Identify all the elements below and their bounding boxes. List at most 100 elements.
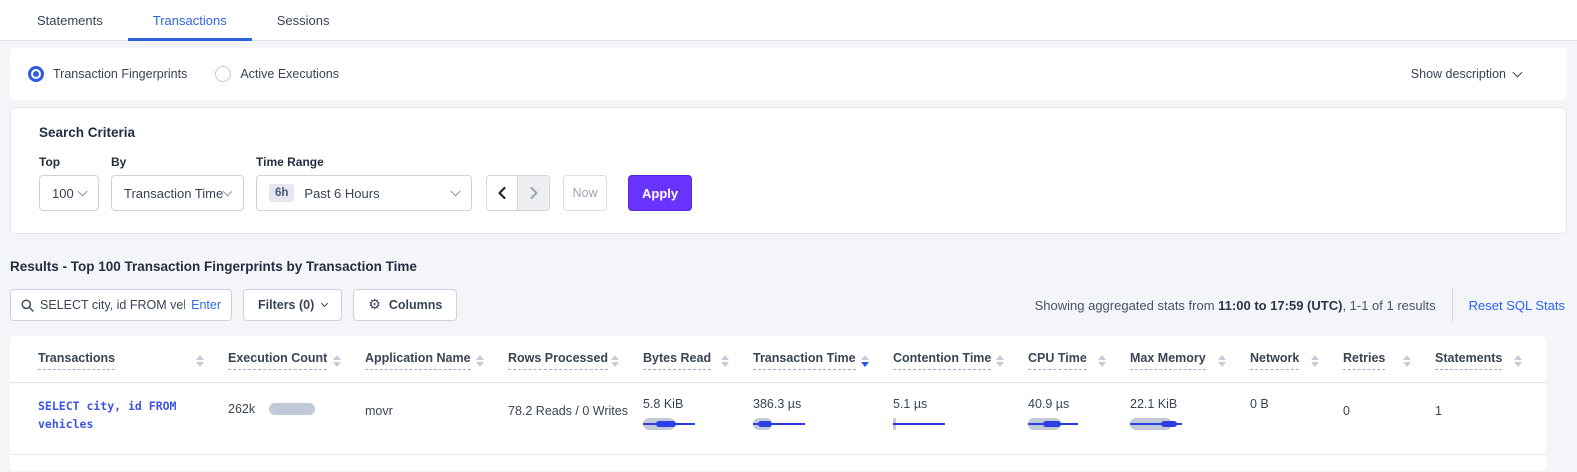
aggregated-stats-text: Showing aggregated stats from 11:00 to 1… bbox=[1035, 298, 1436, 313]
column-header-transactions[interactable]: Transactions bbox=[10, 336, 228, 383]
statements-cell: 1 bbox=[1435, 383, 1546, 455]
transactions-table: TransactionsExecution Count Application N… bbox=[10, 336, 1546, 455]
sort-icon[interactable] bbox=[721, 355, 729, 367]
now-button[interactable]: Now bbox=[563, 175, 607, 211]
column-label: Retries bbox=[1343, 351, 1385, 370]
columns-button[interactable]: ⚙ Columns bbox=[353, 289, 457, 321]
reset-sql-stats-link[interactable]: Reset SQL Stats bbox=[1469, 298, 1565, 313]
show-description-label: Show description bbox=[1411, 67, 1506, 81]
sort-icon[interactable] bbox=[1311, 355, 1319, 367]
divider bbox=[1452, 288, 1453, 322]
column-header-application-name[interactable]: Application Name bbox=[365, 336, 508, 383]
column-header-contention-time[interactable]: Contention Time bbox=[893, 336, 1028, 383]
column-header-retries[interactable]: Retries bbox=[1343, 336, 1435, 383]
column-label: Statements bbox=[1435, 351, 1502, 370]
column-label: Max Memory bbox=[1130, 351, 1206, 370]
chevron-left-icon bbox=[497, 186, 507, 200]
column-header-network[interactable]: Network bbox=[1250, 336, 1343, 383]
column-header-max-memory[interactable]: Max Memory bbox=[1130, 336, 1250, 383]
search-input[interactable]: SELECT city, id FROM vehicles W bbox=[40, 298, 185, 312]
time-range-badge: 6h bbox=[269, 184, 294, 202]
sort-icon[interactable] bbox=[861, 355, 869, 367]
sort-icon[interactable] bbox=[333, 355, 341, 367]
time-nav-group bbox=[486, 175, 550, 211]
retries-cell: 0 bbox=[1343, 383, 1435, 455]
column-header-statements[interactable]: Statements bbox=[1435, 336, 1546, 383]
column-label: Network bbox=[1250, 351, 1299, 370]
chevron-down-icon bbox=[78, 186, 88, 196]
apply-button[interactable]: Apply bbox=[628, 175, 692, 211]
bytes-read-bar bbox=[643, 418, 739, 430]
column-label: Transaction Time bbox=[753, 351, 856, 370]
transaction-fingerprint-link[interactable]: SELECT city, id FROM vehicles bbox=[38, 397, 203, 434]
rows-processed-cell: 78.2 Reads / 0 Writes bbox=[508, 383, 643, 455]
time-range-select[interactable]: 6h Past 6 Hours bbox=[256, 175, 472, 211]
cpu-time-value: 40.9 µs bbox=[1028, 397, 1116, 411]
top-label: Top bbox=[39, 155, 99, 169]
search-criteria-card: Search Criteria Top 100 By Transaction T… bbox=[10, 107, 1567, 234]
radio-transaction-fingerprints[interactable]: Transaction Fingerprints bbox=[28, 66, 187, 82]
tab-statements[interactable]: Statements bbox=[12, 13, 128, 41]
stats-time-range: 11:00 to 17:59 (UTC) bbox=[1218, 298, 1342, 313]
sort-icon[interactable] bbox=[1514, 355, 1522, 367]
chevron-down-icon bbox=[223, 186, 233, 196]
sort-icon[interactable] bbox=[1218, 355, 1226, 367]
column-header-cpu-time[interactable]: CPU Time bbox=[1028, 336, 1130, 383]
results-controls-row: SELECT city, id FROM vehicles W Enter Fi… bbox=[10, 289, 1567, 321]
column-label: Rows Processed bbox=[508, 351, 608, 370]
top-select[interactable]: 100 bbox=[39, 175, 99, 211]
sort-icon[interactable] bbox=[1098, 355, 1106, 367]
column-label: Contention Time bbox=[893, 351, 991, 370]
radio-label: Active Executions bbox=[240, 67, 339, 81]
chevron-right-icon bbox=[529, 186, 539, 200]
contention-time-value: 5.1 µs bbox=[893, 397, 1014, 411]
sort-icon[interactable] bbox=[196, 355, 204, 367]
show-description-toggle[interactable]: Show description bbox=[1411, 67, 1521, 81]
sort-icon[interactable] bbox=[476, 355, 484, 367]
search-enter-link[interactable]: Enter bbox=[191, 298, 221, 312]
cpu-time-bar bbox=[1028, 418, 1116, 430]
filters-label: Filters (0) bbox=[258, 298, 314, 312]
time-range-label: Time Range bbox=[256, 155, 472, 169]
search-criteria-title: Search Criteria bbox=[39, 125, 1538, 140]
sort-icon[interactable] bbox=[1403, 355, 1411, 367]
column-label: Execution Count bbox=[228, 351, 327, 370]
filters-button[interactable]: Filters (0) bbox=[243, 289, 342, 321]
results-heading: Results - Top 100 Transaction Fingerprin… bbox=[10, 259, 1567, 274]
column-header-transaction-time[interactable]: Transaction Time bbox=[753, 336, 893, 383]
chevron-down-icon bbox=[321, 299, 328, 306]
column-header-bytes-read[interactable]: Bytes Read bbox=[643, 336, 753, 383]
previous-range-button[interactable] bbox=[487, 176, 518, 210]
tab-transactions[interactable]: Transactions bbox=[128, 13, 252, 41]
search-box[interactable]: SELECT city, id FROM vehicles W Enter bbox=[10, 289, 232, 321]
execution-count-value: 262k bbox=[228, 402, 255, 416]
network-cell: 0 B bbox=[1250, 383, 1343, 455]
column-label: CPU Time bbox=[1028, 351, 1087, 370]
column-label: Bytes Read bbox=[643, 351, 711, 370]
time-range-field: Time Range 6h Past 6 Hours bbox=[256, 155, 472, 211]
next-range-button[interactable] bbox=[518, 176, 549, 210]
application-name-cell: movr bbox=[365, 383, 508, 455]
columns-label: Columns bbox=[389, 298, 442, 312]
column-header-execution-count[interactable]: Execution Count bbox=[228, 336, 365, 383]
search-icon bbox=[21, 299, 34, 312]
radio-active-executions[interactable]: Active Executions bbox=[215, 66, 339, 82]
radio-selected-icon bbox=[28, 66, 44, 82]
radio-unselected-icon bbox=[215, 66, 231, 82]
bytes-read-value: 5.8 KiB bbox=[643, 397, 739, 411]
by-select[interactable]: Transaction Time bbox=[111, 175, 244, 211]
sort-icon[interactable] bbox=[611, 355, 619, 367]
chevron-down-icon bbox=[1513, 67, 1523, 77]
by-field: By Transaction Time bbox=[111, 155, 244, 211]
sort-icon[interactable] bbox=[996, 355, 1004, 367]
execution-count-bar bbox=[269, 403, 315, 415]
view-toggle-strip: Transaction Fingerprints Active Executio… bbox=[10, 48, 1567, 100]
top-select-value: 100 bbox=[52, 186, 74, 201]
column-header-rows-processed[interactable]: Rows Processed bbox=[508, 336, 643, 383]
transaction-time-value: 386.3 µs bbox=[753, 397, 879, 411]
results-table-card: TransactionsExecution Count Application N… bbox=[10, 336, 1546, 471]
transaction-time-bar bbox=[753, 418, 879, 430]
tab-sessions[interactable]: Sessions bbox=[252, 13, 355, 41]
top-field: Top 100 bbox=[39, 155, 99, 211]
table-row[interactable]: SELECT city, id FROM vehicles 262k movr … bbox=[10, 383, 1546, 455]
